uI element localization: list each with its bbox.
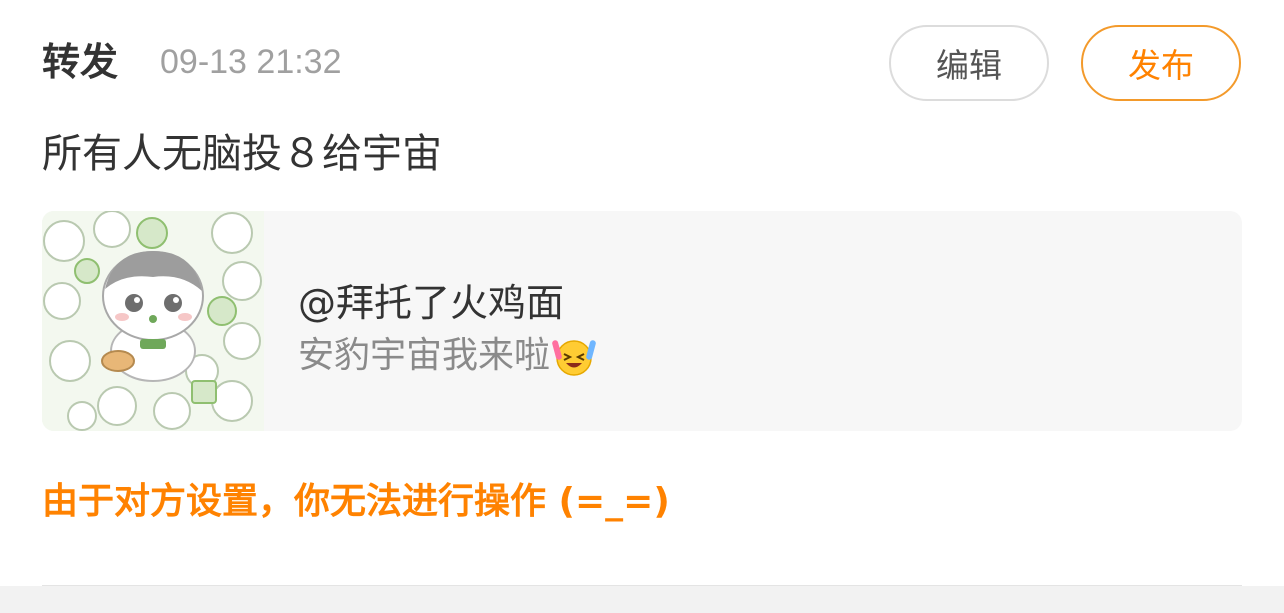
permission-notice: 由于对方设置，你无法进行操作 (=_=) [42,481,670,522]
edit-button[interactable]: 编辑 [889,25,1049,101]
quoted-post-text-row: 安豹宇宙我来啦 [298,333,596,379]
quoted-post-author[interactable]: @拜托了火鸡面 [298,279,564,327]
timestamp: 09-13 21:32 [160,43,342,81]
page-title: 转发 [42,40,119,84]
repost-text: 所有人无脑投８给宇宙 [42,131,442,177]
repost-page: 转发 09-13 21:32 编辑 发布 所有人无脑投８给宇宙 @拜托了火鸡面 … [0,0,1284,613]
quoted-post-card[interactable]: @拜托了火鸡面 安豹宇宙我来啦 [42,211,1242,431]
laughing-crying-emoji-icon [552,340,596,376]
publish-button[interactable]: 发布 [1081,25,1241,101]
quoted-post-text: 安豹宇宙我来啦 [298,335,551,376]
quoted-post-thumbnail [42,211,264,431]
bottom-band [0,586,1284,613]
